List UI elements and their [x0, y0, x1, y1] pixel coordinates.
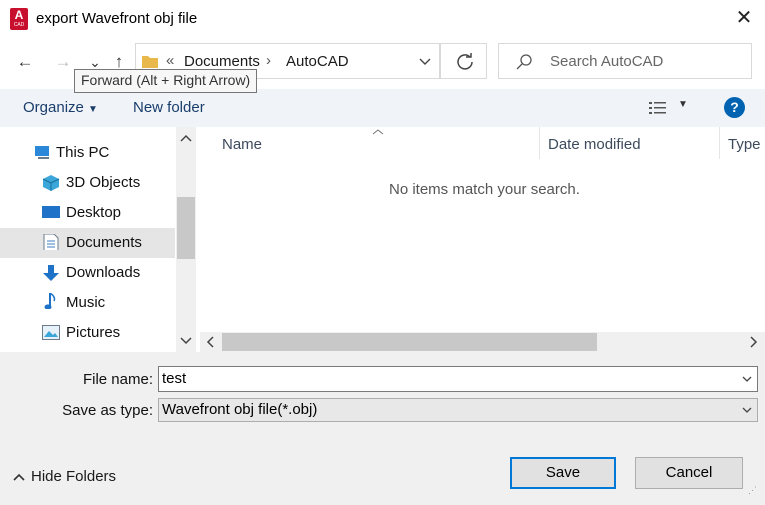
- file-name-input[interactable]: test: [158, 366, 758, 392]
- help-icon[interactable]: ?: [724, 97, 745, 118]
- save-as-type-select[interactable]: Wavefront obj file(*.obj): [158, 398, 758, 422]
- file-name-label: File name:: [82, 371, 153, 388]
- scroll-left-icon[interactable]: [206, 336, 214, 348]
- tree-item-documents[interactable]: Documents: [0, 228, 175, 258]
- search-placeholder: Search AutoCAD: [550, 53, 664, 70]
- view-options-icon[interactable]: [648, 100, 668, 116]
- file-list-scroll-thumb[interactable]: [222, 333, 597, 351]
- navigation-scrollbar[interactable]: [176, 127, 196, 352]
- forward-button[interactable]: →: [52, 51, 74, 73]
- file-list-scrollbar[interactable]: [200, 332, 765, 352]
- column-divider: [719, 127, 720, 159]
- tree-item-downloads[interactable]: Downloads: [0, 258, 175, 288]
- breadcrumb-documents[interactable]: Documents: [184, 53, 260, 70]
- address-dropdown-icon[interactable]: [419, 58, 431, 66]
- computer-icon: [35, 146, 49, 159]
- scroll-down-icon[interactable]: [180, 337, 192, 345]
- refresh-icon: [457, 53, 473, 70]
- scroll-right-icon[interactable]: [750, 336, 758, 348]
- forward-arrow-icon: →: [54, 52, 72, 71]
- save-as-type-label: Save as type:: [62, 402, 153, 419]
- refresh-button[interactable]: [440, 43, 487, 79]
- scroll-up-icon[interactable]: [180, 134, 192, 142]
- column-divider: [539, 127, 540, 159]
- music-icon: [44, 293, 56, 309]
- tree-item-this-pc[interactable]: This PC: [0, 138, 175, 168]
- dropdown-caret-icon: ▼: [88, 104, 98, 115]
- tree-item-desktop[interactable]: Desktop: [0, 198, 175, 228]
- hide-folders-toggle[interactable]: Hide Folders: [13, 468, 116, 485]
- cancel-button[interactable]: Cancel: [635, 457, 743, 489]
- column-header-date-modified[interactable]: Date modified: [548, 136, 641, 153]
- column-header-name[interactable]: Name: [222, 136, 262, 153]
- command-bar: Organize ▼ New folder ▼ ?: [0, 89, 765, 127]
- navigation-pane: This PC 3D Objects Desktop Documents Dow…: [0, 127, 196, 352]
- save-options-panel: File name: test Save as type: Wavefront …: [0, 352, 765, 505]
- title-bar: A CAD export Wavefront obj file ✕: [0, 0, 765, 38]
- 3d-objects-icon: [42, 175, 60, 191]
- organize-menu[interactable]: Organize ▼: [23, 99, 98, 116]
- address-overflow[interactable]: «: [166, 52, 174, 69]
- chevron-up-icon: [13, 473, 25, 481]
- save-button[interactable]: Save: [510, 457, 616, 489]
- file-name-dropdown-icon[interactable]: [742, 376, 752, 383]
- tree-item-music[interactable]: Music: [0, 288, 175, 318]
- forward-tooltip: Forward (Alt + Right Arrow): [74, 69, 258, 93]
- view-dropdown-icon[interactable]: ▼: [678, 99, 688, 110]
- search-box[interactable]: Search AutoCAD: [498, 43, 752, 79]
- autocad-app-icon: A CAD: [10, 8, 28, 30]
- tree-item-pictures[interactable]: Pictures: [0, 318, 175, 348]
- close-button[interactable]: ✕: [733, 7, 755, 29]
- back-button[interactable]: ←: [14, 51, 36, 73]
- empty-message: No items match your search.: [389, 181, 580, 198]
- chevron-down-icon: ⌄: [89, 54, 101, 70]
- downloads-icon: [43, 265, 59, 281]
- sort-ascending-icon: [372, 129, 384, 135]
- breadcrumb-autocad[interactable]: AutoCAD: [286, 53, 349, 70]
- resize-grip-icon[interactable]: ⋰: [748, 486, 757, 495]
- navigation-scroll-thumb[interactable]: [177, 197, 195, 259]
- tree-item-3d-objects[interactable]: 3D Objects: [0, 168, 175, 198]
- file-list: Name Date modified Type No items match y…: [196, 127, 765, 352]
- new-folder-button[interactable]: New folder: [133, 99, 205, 116]
- desktop-icon: [42, 206, 60, 218]
- back-arrow-icon: ←: [16, 52, 34, 71]
- window-title: export Wavefront obj file: [36, 10, 198, 27]
- documents-icon: [43, 234, 59, 250]
- folder-icon: [142, 56, 158, 68]
- breadcrumb-separator-icon: ›: [266, 52, 271, 69]
- column-header-type[interactable]: Type: [728, 136, 761, 153]
- pictures-icon: [42, 325, 60, 340]
- search-icon: [516, 54, 532, 70]
- save-type-dropdown-icon: [742, 407, 752, 413]
